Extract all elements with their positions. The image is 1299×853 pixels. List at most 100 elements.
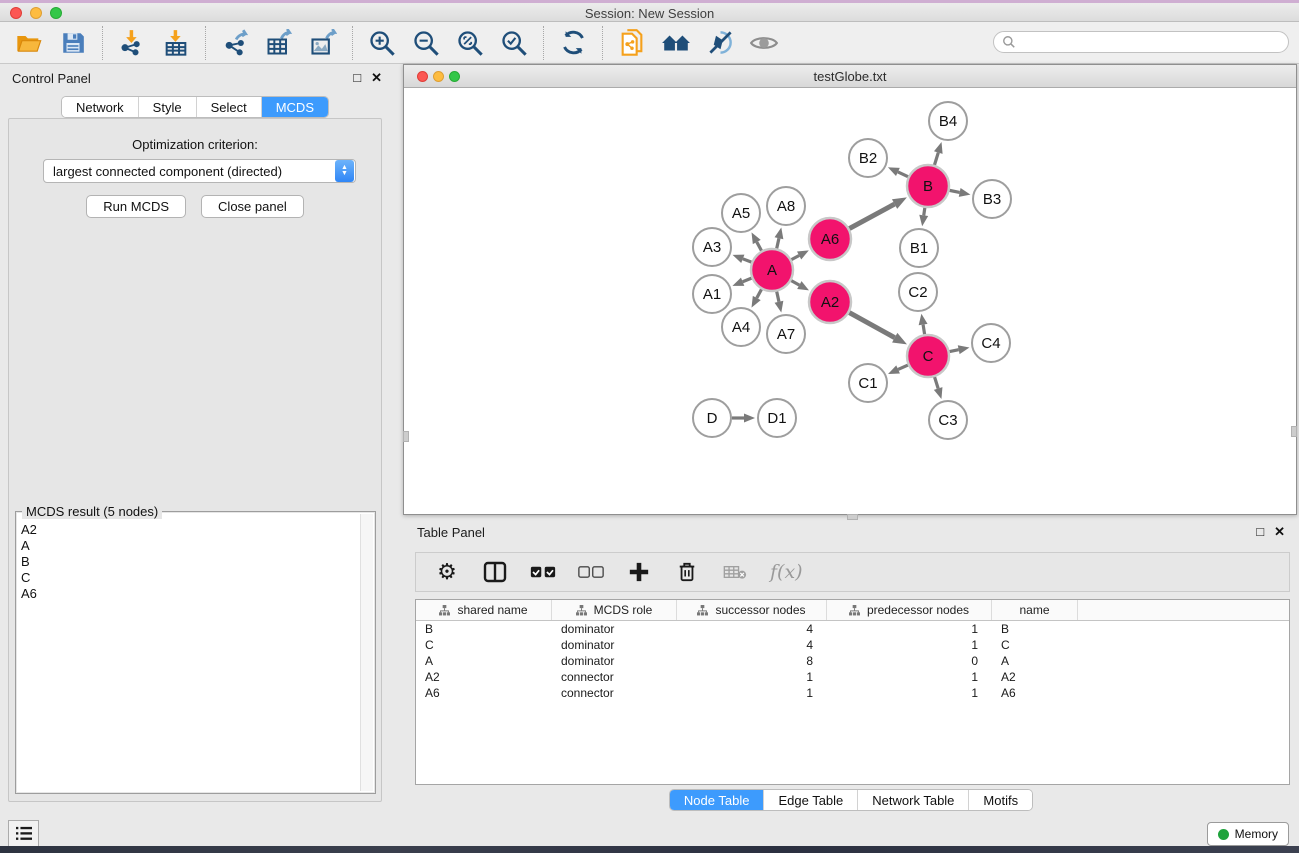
import-table-icon[interactable] xyxy=(161,28,191,58)
graph-edge-arrow xyxy=(775,227,784,239)
table-row[interactable]: A6connector11A6 xyxy=(416,685,1289,701)
network-window-titlebar[interactable]: testGlobe.txt xyxy=(404,65,1296,88)
graph-edge[interactable] xyxy=(934,153,938,165)
graph-edge[interactable] xyxy=(950,190,960,192)
table-panel-float-icon[interactable]: □ xyxy=(1256,524,1264,540)
column-header-name[interactable]: name xyxy=(992,600,1078,620)
hide-graphics-details-icon[interactable] xyxy=(705,28,735,58)
tab-select[interactable]: Select xyxy=(196,97,261,117)
result-item[interactable]: C xyxy=(21,570,374,586)
table-row[interactable]: A2connector11A2 xyxy=(416,669,1289,685)
table-row[interactable]: Cdominator41C xyxy=(416,637,1289,653)
result-item[interactable]: A2 xyxy=(21,522,374,538)
zoom-fit-icon[interactable] xyxy=(455,28,485,58)
close-panel-button[interactable]: Close panel xyxy=(201,195,304,218)
session-title: Session: New Session xyxy=(0,6,1299,21)
graph-edge[interactable] xyxy=(923,325,925,335)
graph-edge[interactable] xyxy=(757,289,762,298)
table-panel-close-icon[interactable]: ✕ xyxy=(1274,524,1285,540)
right-scroll-nub[interactable] xyxy=(1291,426,1297,437)
tab-node-table[interactable]: Node Table xyxy=(670,790,764,810)
save-session-icon[interactable] xyxy=(58,28,88,58)
graph-node-label: C4 xyxy=(981,335,1000,352)
graph-edge-arrow xyxy=(892,197,907,208)
tab-mcds[interactable]: MCDS xyxy=(261,97,328,117)
result-scrollbar[interactable] xyxy=(360,514,373,791)
export-table-icon[interactable] xyxy=(264,28,294,58)
import-network-icon[interactable] xyxy=(117,28,147,58)
add-column-icon[interactable] xyxy=(626,559,652,585)
graph-edge-arrow xyxy=(775,301,784,313)
export-image-icon[interactable] xyxy=(308,28,338,58)
result-item[interactable]: A xyxy=(21,538,374,554)
graph-edge[interactable] xyxy=(950,350,959,352)
main-titlebar: Session: New Session xyxy=(0,3,1299,22)
network-canvas[interactable]: B4B2BB3B1A5A8A6A3AA1C2A2A4A7CC4C1C3DD1 xyxy=(405,89,1295,514)
function-builder-icon: f(x) xyxy=(770,561,803,583)
result-item[interactable]: B xyxy=(21,554,374,570)
table-tabs: Node Table Edge Table Network Table Moti… xyxy=(403,789,1299,811)
column-view-icon[interactable] xyxy=(482,559,508,585)
zoom-selected-icon[interactable] xyxy=(499,28,529,58)
graph-edge[interactable] xyxy=(743,278,752,282)
column-header-successor-nodes[interactable]: successor nodes xyxy=(677,600,827,620)
node-table[interactable]: shared name MCDS role successor nodes pr… xyxy=(415,599,1290,785)
network-document-icon[interactable] xyxy=(617,28,647,58)
gear-icon[interactable]: ⚙ xyxy=(434,559,460,585)
tab-network[interactable]: Network xyxy=(62,97,138,117)
graph-edge[interactable] xyxy=(849,204,894,228)
control-panel-close-icon[interactable]: ✕ xyxy=(371,70,382,86)
graph-edge-arrow xyxy=(733,255,745,263)
tab-network-table[interactable]: Network Table xyxy=(857,790,968,810)
deselect-all-icon[interactable] xyxy=(578,559,604,585)
select-all-icon[interactable] xyxy=(530,559,556,585)
graph-edge-arrow xyxy=(934,142,943,154)
control-panel-tabs: Network Style Select MCDS xyxy=(0,96,390,118)
graph-node-label: B1 xyxy=(910,240,928,257)
graph-edge[interactable] xyxy=(898,365,908,369)
column-header-mcds-role[interactable]: MCDS role xyxy=(552,600,677,620)
refresh-icon[interactable] xyxy=(558,28,588,58)
graph-edge[interactable] xyxy=(791,255,799,259)
memory-status-icon xyxy=(1218,829,1229,840)
graph-edge[interactable] xyxy=(935,377,939,389)
home-icon[interactable] xyxy=(661,28,691,58)
zoom-out-icon[interactable] xyxy=(411,28,441,58)
task-history-button[interactable] xyxy=(8,820,39,847)
tab-motifs[interactable]: Motifs xyxy=(968,790,1032,810)
graph-edge[interactable] xyxy=(743,259,752,262)
tab-style[interactable]: Style xyxy=(138,97,196,117)
network-graph[interactable]: B4B2BB3B1A5A8A6A3AA1C2A2A4A7CC4C1C3DD1 xyxy=(405,89,1295,514)
memory-button[interactable]: Memory xyxy=(1207,822,1289,846)
delete-column-icon[interactable] xyxy=(674,559,700,585)
show-graphics-details-icon[interactable] xyxy=(749,28,779,58)
mcds-result-list[interactable]: A2 A B C A6 xyxy=(17,513,374,792)
table-row[interactable]: Bdominator41B xyxy=(416,621,1289,637)
graph-edge[interactable] xyxy=(898,172,908,177)
graph-edge[interactable] xyxy=(924,208,925,216)
graph-edge-arrow xyxy=(888,167,900,176)
table-row[interactable]: Adominator80A xyxy=(416,653,1289,669)
delete-table-icon xyxy=(722,559,748,585)
criterion-dropdown[interactable]: largest connected component (directed) ▲… xyxy=(43,159,356,183)
graph-node-label: A xyxy=(767,262,777,279)
open-file-icon[interactable] xyxy=(14,28,44,58)
search-input[interactable] xyxy=(993,31,1289,53)
mcds-result-title: MCDS result (5 nodes) xyxy=(22,504,162,519)
column-header-predecessor-nodes[interactable]: predecessor nodes xyxy=(827,600,992,620)
column-header-shared-name[interactable]: shared name xyxy=(416,600,552,620)
control-panel-float-icon[interactable]: □ xyxy=(353,70,361,86)
graph-node-label: A2 xyxy=(821,294,839,311)
graph-edge[interactable] xyxy=(791,281,799,285)
left-scroll-nub[interactable] xyxy=(403,431,409,442)
graph-edge[interactable] xyxy=(849,313,894,338)
control-panel-title: Control Panel xyxy=(12,71,91,86)
tab-edge-table[interactable]: Edge Table xyxy=(763,790,857,810)
zoom-in-icon[interactable] xyxy=(367,28,397,58)
graph-edge[interactable] xyxy=(757,242,762,251)
run-mcds-button[interactable]: Run MCDS xyxy=(86,195,186,218)
export-network-icon[interactable] xyxy=(220,28,250,58)
graph-edge[interactable] xyxy=(777,238,779,248)
graph-edge[interactable] xyxy=(777,291,779,301)
result-item[interactable]: A6 xyxy=(21,586,374,602)
